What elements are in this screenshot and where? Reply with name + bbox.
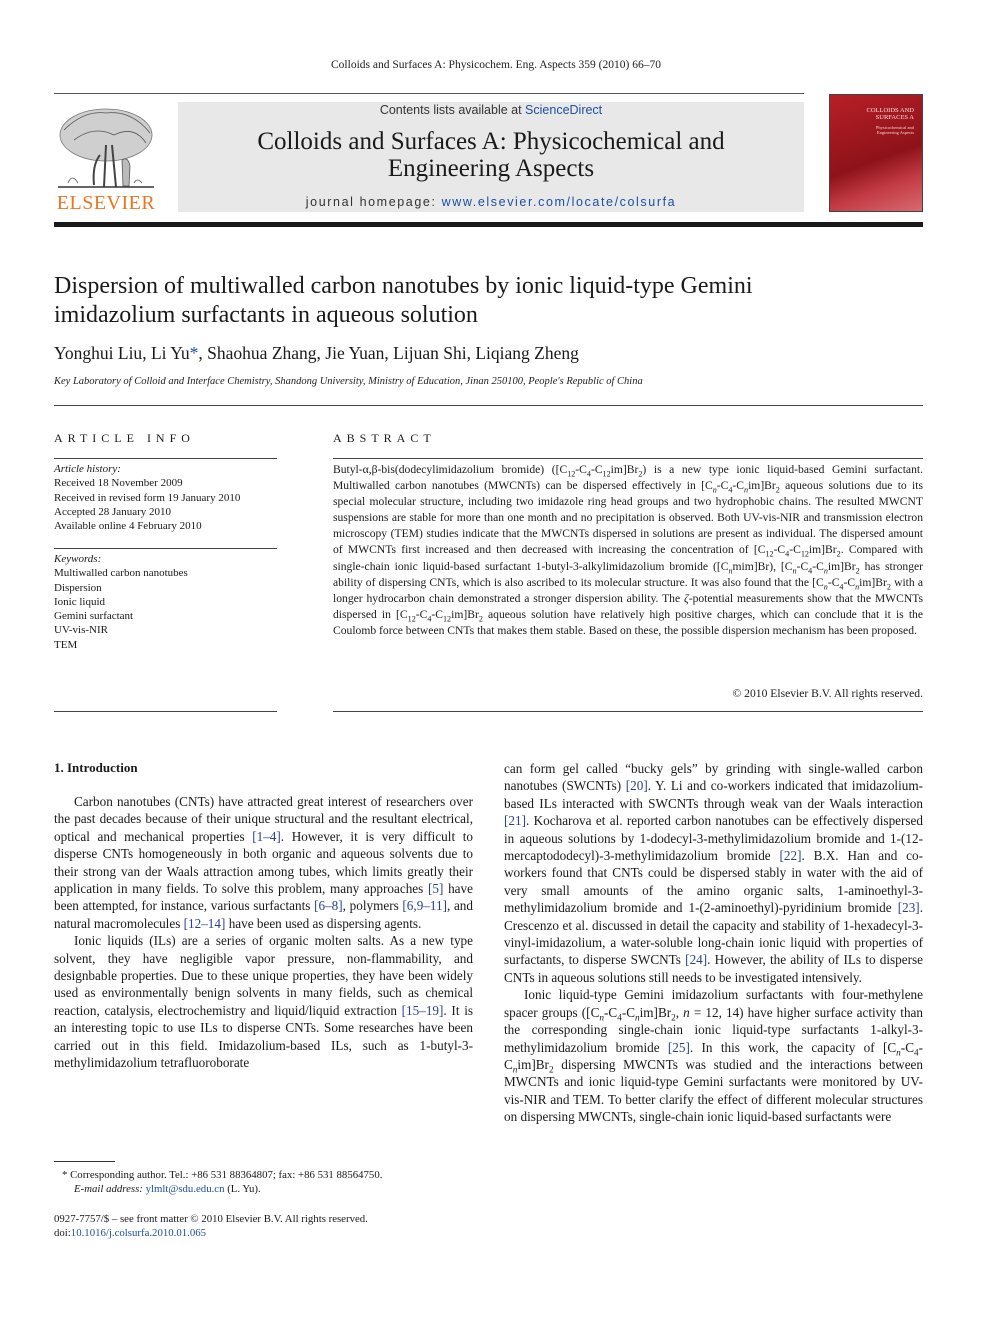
- footnote-rule: [54, 1161, 115, 1162]
- citation-link[interactable]: [15–19]: [402, 1003, 444, 1018]
- keyword[interactable]: Multiwalled carbon nanotubes: [54, 566, 277, 580]
- citation-link[interactable]: [20]: [626, 778, 648, 793]
- doi-prefix: doi:: [54, 1227, 71, 1239]
- sciencedirect-link[interactable]: ScienceDirect: [525, 103, 602, 117]
- keyword[interactable]: TEM: [54, 638, 277, 652]
- journal-citation: Colloids and Surfaces A: Physicochem. En…: [331, 59, 661, 71]
- citation-link[interactable]: [12–14]: [184, 916, 226, 931]
- author-separator: ,: [142, 343, 151, 363]
- author[interactable]: Liqiang Zheng: [475, 343, 579, 363]
- citation-link[interactable]: [25]: [668, 1040, 690, 1055]
- contents-line: Contents lists available at ScienceDirec…: [178, 103, 804, 117]
- author[interactable]: Li Yu: [151, 343, 190, 363]
- body-column-left: Carbon nanotubes (CNTs) have attracted g…: [54, 793, 473, 1072]
- author[interactable]: Lijuan Shi: [393, 343, 466, 363]
- contents-prefix: Contents lists available at: [379, 103, 526, 117]
- cover-title-line2: SURFACES A: [875, 114, 914, 121]
- citation-link[interactable]: [6–8]: [314, 898, 343, 913]
- author-separator: ,: [198, 343, 208, 363]
- journal-title: Colloids and Surfaces A: Physicochemical…: [178, 128, 804, 182]
- abstract-heading: ABSTRACT: [333, 431, 436, 445]
- divider: [333, 711, 923, 712]
- keyword[interactable]: Ionic liquid: [54, 595, 277, 609]
- cover-title-line1: COLLOIDS AND: [866, 107, 915, 114]
- article-title: Dispersion of multiwalled carbon nanotub…: [54, 272, 914, 330]
- cover-title: COLLOIDS AND SURFACES A: [867, 107, 915, 121]
- article-title-line1: Dispersion of multiwalled carbon nanotub…: [54, 273, 753, 299]
- journal-title-line1: Colloids and Surfaces A: Physicochemical…: [257, 128, 725, 155]
- corresponding-author-footnote: * Corresponding author. Tel.: +86 531 88…: [62, 1168, 482, 1196]
- history-label: Article history:: [54, 463, 121, 475]
- paragraph: can form gel called “bucky gels” by grin…: [504, 761, 924, 985]
- abstract-body: Butyl-α,β-bis(dodecylimidazolium bromide…: [333, 463, 923, 637]
- header-rule: [54, 93, 804, 94]
- author-list: Yonghui Liu, Li Yu*, Shaohua Zhang, Jie …: [54, 343, 579, 364]
- email-suffix: (L. Yu).: [224, 1183, 261, 1195]
- affiliation: Key Laboratory of Colloid and Interface …: [54, 376, 643, 387]
- author[interactable]: Yonghui Liu: [54, 343, 142, 363]
- doi-link[interactable]: 10.1016/j.colsurfa.2010.01.065: [71, 1227, 206, 1239]
- divider: [54, 548, 277, 549]
- body-column-right: can form gel called “bucky gels” by grin…: [504, 760, 923, 1126]
- history-item: Available online 4 February 2010: [54, 520, 202, 533]
- divider: [333, 458, 923, 459]
- divider: [54, 458, 277, 459]
- front-matter: 0927-7757/$ – see front matter © 2010 El…: [54, 1212, 484, 1240]
- citation-link[interactable]: [5]: [428, 881, 443, 896]
- citation-link[interactable]: [1–4]: [252, 829, 281, 844]
- divider: [54, 711, 277, 712]
- keywords: Keywords: Multiwalled carbon nanotubes D…: [54, 552, 277, 652]
- email-link[interactable]: ylmlt@sdu.edu.cn: [146, 1183, 225, 1195]
- author-separator: ,: [316, 343, 326, 363]
- journal-title-line2: Engineering Aspects: [387, 155, 595, 182]
- cover-subtitle: Physicochemical and Engineering Aspects: [876, 125, 914, 135]
- keywords-label: Keywords:: [54, 553, 102, 565]
- header-thick-rule: [54, 222, 923, 227]
- citation-link[interactable]: [21]: [504, 813, 526, 828]
- author-separator: ,: [384, 343, 394, 363]
- homepage-link[interactable]: www.elsevier.com/locate/colsurfa: [442, 195, 677, 209]
- cover-subtitle-line2: Engineering Aspects: [876, 130, 914, 135]
- history-item: Accepted 28 January 2010: [54, 505, 171, 518]
- history-item: Received in revised form 19 January 2010: [54, 491, 241, 504]
- front-matter-text: 0927-7757/$ – see front matter © 2010 El…: [54, 1213, 368, 1225]
- citation-link[interactable]: [23]: [898, 900, 920, 915]
- corresponding-author-contact: * Corresponding author. Tel.: +86 531 88…: [62, 1169, 383, 1181]
- email-label: E-mail address:: [74, 1183, 146, 1195]
- citation-link[interactable]: [6,9–11]: [402, 898, 447, 913]
- author[interactable]: Shaohua Zhang: [207, 343, 316, 363]
- paragraph: Ionic liquid-type Gemini imidazolium sur…: [504, 987, 924, 1125]
- article-history: Article history: Received 18 November 20…: [54, 462, 277, 533]
- doi-line: doi:10.1016/j.colsurfa.2010.01.065: [54, 1226, 484, 1240]
- elsevier-logo-text[interactable]: ELSEVIER: [54, 192, 158, 215]
- article-title-line2: imidazolium surfactants in aqueous solut…: [54, 302, 478, 328]
- paragraph: Carbon nanotubes (CNTs) have attracted g…: [54, 794, 473, 931]
- keyword[interactable]: Dispersion: [54, 581, 277, 595]
- paragraph: Ionic liquids (ILs) are a series of orga…: [54, 933, 473, 1071]
- article-info-heading: ARTICLE INFO: [54, 431, 195, 445]
- journal-homepage: journal homepage: www.elsevier.com/locat…: [178, 195, 804, 209]
- keyword[interactable]: Gemini surfactant: [54, 609, 277, 623]
- abstract-copyright: © 2010 Elsevier B.V. All rights reserved…: [732, 687, 923, 700]
- journal-cover-image[interactable]: COLLOIDS AND SURFACES A Physicochemical …: [829, 94, 923, 212]
- keyword[interactable]: UV-vis-NIR: [54, 623, 277, 637]
- homepage-prefix: journal homepage:: [305, 195, 442, 209]
- history-item: Received 18 November 2009: [54, 477, 183, 490]
- citation-link[interactable]: [24]: [685, 952, 707, 967]
- section-heading-introduction: 1. Introduction: [54, 760, 138, 775]
- citation-link[interactable]: [22]: [780, 848, 802, 863]
- divider: [54, 405, 923, 406]
- email-line: E-mail address: ylmlt@sdu.edu.cn (L. Yu)…: [62, 1182, 482, 1196]
- author[interactable]: Jie Yuan: [325, 343, 384, 363]
